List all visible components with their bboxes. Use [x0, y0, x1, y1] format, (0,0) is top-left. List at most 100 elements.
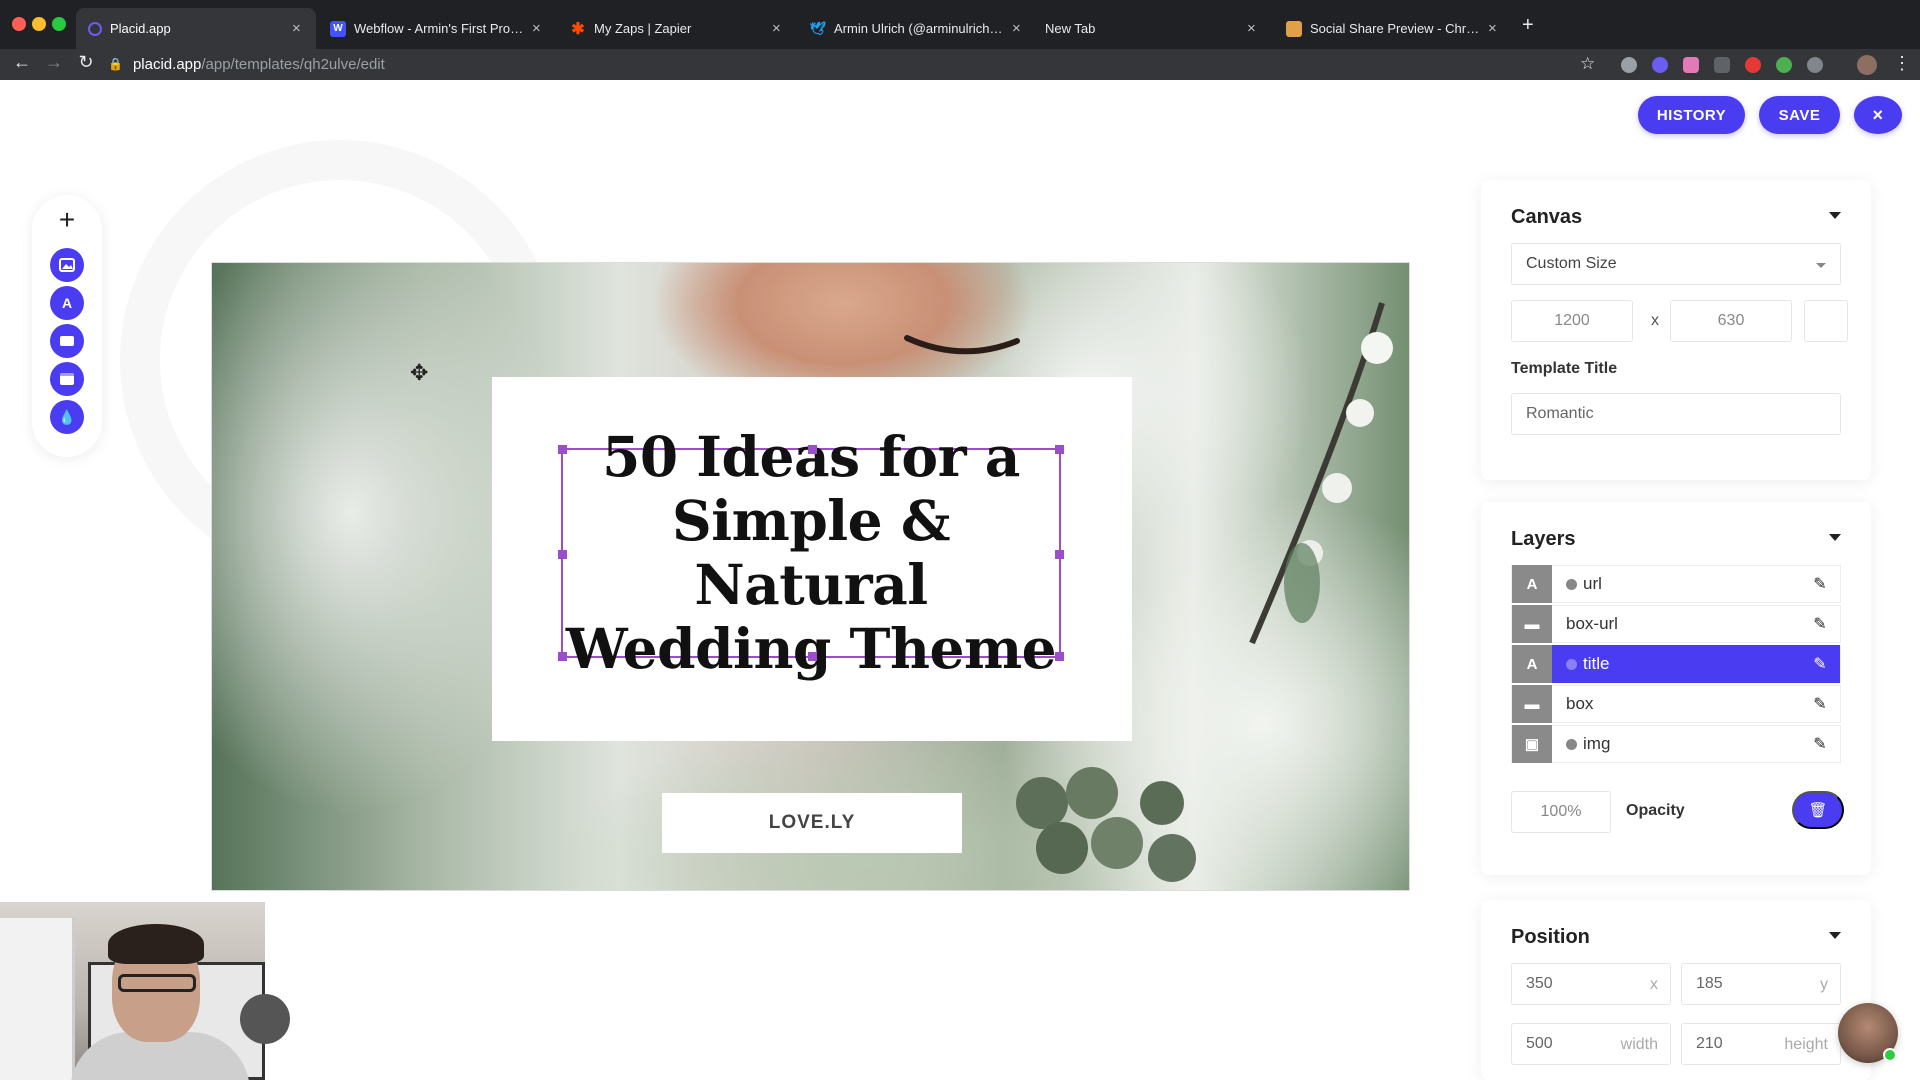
- rectangle-layer-icon: ▬: [1512, 605, 1552, 643]
- add-color-button[interactable]: 💧: [50, 400, 84, 434]
- profile-avatar[interactable]: [1857, 55, 1877, 75]
- extension-placid-icon[interactable]: [1652, 57, 1668, 73]
- close-icon[interactable]: ×: [292, 20, 304, 37]
- add-browser-frame-button[interactable]: [50, 362, 84, 396]
- webflow-icon: W: [330, 20, 346, 37]
- zapier-icon: ✱: [571, 20, 585, 38]
- browser-frame-icon: [60, 373, 74, 385]
- collapse-caret-icon[interactable]: [1829, 534, 1841, 541]
- browser-tab-zapier[interactable]: ✱ My Zaps | Zapier ×: [558, 8, 796, 49]
- layer-row-title[interactable]: A title ✎: [1511, 645, 1841, 683]
- add-image-button[interactable]: [50, 248, 84, 282]
- resize-handle-tr[interactable]: [1055, 445, 1064, 454]
- extension-w-icon[interactable]: [1621, 57, 1637, 73]
- resize-handle-bl[interactable]: [558, 652, 567, 661]
- browser-tab-social-share[interactable]: Social Share Preview - Chrome V ×: [1274, 8, 1512, 49]
- extension-lastpass-icon[interactable]: [1745, 57, 1761, 73]
- layer-dynamic-dot: [1566, 578, 1577, 590]
- canvas-width-input[interactable]: 1200: [1511, 300, 1633, 342]
- forward-arrow-icon[interactable]: →: [42, 52, 66, 73]
- position-y-input[interactable]: 185 y: [1681, 963, 1841, 1005]
- extension-font-icon[interactable]: [1714, 57, 1730, 73]
- twitter-icon: 🕊: [809, 20, 827, 36]
- dimension-separator: x: [1651, 312, 1659, 329]
- resize-handle-right[interactable]: [1055, 550, 1064, 559]
- collapse-caret-icon[interactable]: [1829, 932, 1841, 939]
- chrome-store-icon: [1286, 20, 1302, 37]
- browser-tab-bar: Placid.app × W Webflow - Armin's First P…: [0, 0, 1920, 49]
- image-layer-icon: ▣: [1512, 725, 1552, 763]
- add-rectangle-button[interactable]: [50, 324, 84, 358]
- photo-branch-detail: [1249, 302, 1393, 645]
- title-layer[interactable]: 50 Ideas for a Simple & Natural Wedding …: [558, 425, 1064, 681]
- reload-icon[interactable]: ↻: [74, 52, 98, 73]
- image-icon: [59, 258, 75, 272]
- resize-handle-bottom[interactable]: [808, 652, 817, 661]
- pencil-icon[interactable]: ✎: [1800, 734, 1840, 754]
- pencil-icon[interactable]: ✎: [1800, 654, 1840, 674]
- layers-panel-heading: Layers: [1511, 528, 1576, 550]
- browser-tab-webflow[interactable]: W Webflow - Armin's First Project ×: [318, 8, 556, 49]
- delete-layer-button[interactable]: 🗑: [1792, 791, 1844, 829]
- text-icon: A: [61, 295, 73, 311]
- text-layer-icon: A: [1512, 645, 1552, 683]
- canvas-panel-heading: Canvas: [1511, 206, 1583, 228]
- layer-row-box-url[interactable]: ▬ box-url ✎: [1511, 605, 1841, 643]
- webcam-toggle-circle[interactable]: [240, 994, 290, 1044]
- pencil-icon[interactable]: ✎: [1800, 574, 1840, 594]
- browser-tab-twitter[interactable]: 🕊 Armin Ulrich (@arminulrich) / Tw ×: [798, 8, 1036, 49]
- close-editor-button[interactable]: ×: [1854, 96, 1902, 134]
- template-title-input[interactable]: Romantic: [1511, 393, 1841, 435]
- pencil-icon[interactable]: ✎: [1800, 614, 1840, 634]
- address-bar[interactable]: 🔒 placid.app/app/templates/qh2ulve/edit: [108, 50, 1593, 78]
- online-status-dot: [1883, 1048, 1897, 1062]
- browser-tab-placid[interactable]: Placid.app ×: [76, 8, 316, 49]
- trash-icon: 🗑: [1808, 802, 1828, 819]
- new-tab-button[interactable]: +: [1522, 14, 1534, 37]
- chevron-down-icon: [1816, 263, 1826, 268]
- url-layer[interactable]: LOVE.LY: [662, 793, 962, 853]
- canvas-height-input[interactable]: 630: [1670, 300, 1792, 342]
- canvas-lock-ratio-button[interactable]: [1804, 300, 1848, 342]
- history-button[interactable]: HISTORY: [1638, 96, 1745, 134]
- resize-handle-tl[interactable]: [558, 445, 567, 454]
- window-minimize-button[interactable]: [32, 17, 46, 31]
- webcam-shelf: [0, 918, 75, 1080]
- close-icon[interactable]: ×: [1247, 20, 1259, 37]
- add-layer-plus-icon[interactable]: +: [54, 205, 80, 235]
- layer-row-url[interactable]: A url ✎: [1511, 565, 1841, 603]
- position-x-input[interactable]: 350 x: [1511, 963, 1671, 1005]
- close-icon[interactable]: ×: [772, 20, 784, 37]
- layer-row-box[interactable]: ▬ box ✎: [1511, 685, 1841, 723]
- extension-gradient-icon[interactable]: [1683, 57, 1699, 73]
- layers-panel: Layers A url ✎ ▬ box-url ✎ A title ✎ ▬ b…: [1481, 502, 1871, 875]
- back-arrow-icon[interactable]: ←: [10, 52, 34, 73]
- layer-dynamic-dot: [1566, 658, 1577, 670]
- collapse-caret-icon[interactable]: [1829, 212, 1841, 219]
- pencil-icon[interactable]: ✎: [1800, 694, 1840, 714]
- window-close-button[interactable]: [12, 17, 26, 31]
- save-button[interactable]: SAVE: [1759, 96, 1840, 134]
- add-text-button[interactable]: A: [50, 286, 84, 320]
- rectangle-layer-icon: ▬: [1512, 685, 1552, 723]
- resize-handle-top[interactable]: [808, 445, 817, 454]
- layer-row-img[interactable]: ▣ img ✎: [1511, 725, 1841, 763]
- window-maximize-button[interactable]: [52, 17, 66, 31]
- extension-gear-icon[interactable]: [1807, 57, 1823, 73]
- close-icon[interactable]: ×: [1012, 20, 1024, 37]
- resize-handle-br[interactable]: [1055, 652, 1064, 661]
- droplet-icon: 💧: [58, 408, 76, 425]
- browser-menu-icon[interactable]: ⋮: [1893, 53, 1911, 74]
- webcam-person-hair: [108, 924, 204, 964]
- position-height-input[interactable]: 210 height: [1681, 1023, 1841, 1065]
- close-icon[interactable]: ×: [532, 20, 544, 37]
- bookmark-star-icon[interactable]: ☆: [1580, 54, 1595, 74]
- position-width-input[interactable]: 500 width: [1511, 1023, 1671, 1065]
- canvas-size-select[interactable]: Custom Size: [1511, 243, 1841, 285]
- close-icon[interactable]: ×: [1488, 20, 1500, 37]
- opacity-input[interactable]: 100%: [1511, 791, 1611, 833]
- template-canvas[interactable]: 50 Ideas for a Simple & Natural Wedding …: [211, 262, 1410, 891]
- extension-chrome-icon[interactable]: [1776, 57, 1792, 73]
- browser-tab-new[interactable]: New Tab ×: [1033, 8, 1271, 49]
- resize-handle-left[interactable]: [558, 550, 567, 559]
